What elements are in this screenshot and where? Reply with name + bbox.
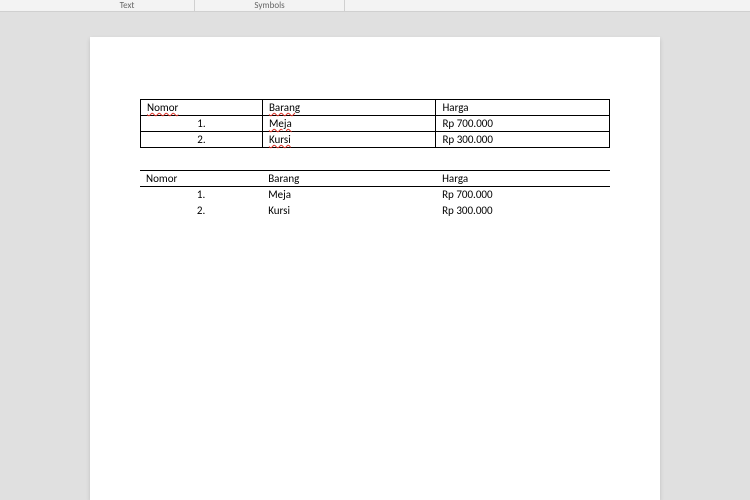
cell-harga[interactable]: Rp 300.000	[436, 203, 610, 219]
cell-barang[interactable]: Kursi	[262, 203, 436, 219]
cell-harga[interactable]: Rp 300.000	[436, 132, 610, 148]
bordered-table[interactable]: Nomor Barang Harga 1. Meja Rp 700.000 2.…	[140, 99, 610, 148]
ribbon-group-label: Text	[120, 0, 135, 11]
cell-text: Harga	[442, 172, 468, 185]
cell-text: Kursi	[268, 204, 290, 217]
cell-text: 1.	[197, 117, 205, 130]
table-row[interactable]: 2. Kursi Rp 300.000	[141, 132, 610, 148]
header-harga[interactable]: Harga	[436, 100, 610, 116]
ribbon-bar: Text Symbols	[0, 0, 750, 12]
cell-harga[interactable]: Rp 700.000	[436, 116, 610, 132]
table-row[interactable]: Nomor Barang Harga	[141, 100, 610, 116]
ribbon-group-label: Symbols	[254, 0, 284, 11]
cell-text: 2.	[197, 204, 205, 217]
cell-harga[interactable]: Rp 700.000	[436, 187, 610, 203]
workspace: Nomor Barang Harga 1. Meja Rp 700.000 2.…	[0, 12, 750, 500]
header-nomor[interactable]: Nomor	[141, 100, 263, 116]
table-row[interactable]: 2. Kursi Rp 300.000	[140, 203, 610, 219]
table-row[interactable]: 1. Meja Rp 700.000	[140, 187, 610, 203]
cell-text: Nomor	[146, 172, 177, 185]
cell-text: Rp 300.000	[442, 204, 492, 217]
cell-barang[interactable]: Meja	[262, 116, 436, 132]
open-table[interactable]: Nomor Barang Harga 1. Meja Rp 700.000 2.…	[140, 170, 610, 219]
header-harga[interactable]: Harga	[436, 171, 610, 187]
header-barang[interactable]: Barang	[262, 100, 436, 116]
table-row[interactable]: 1. Meja Rp 700.000	[141, 116, 610, 132]
cell-text: Meja	[268, 188, 291, 201]
cell-nomor[interactable]: 1.	[140, 187, 262, 203]
table-row[interactable]: Nomor Barang Harga	[140, 171, 610, 187]
cell-text: Nomor	[147, 101, 178, 114]
cell-barang[interactable]: Kursi	[262, 132, 436, 148]
cell-text: Rp 700.000	[442, 117, 492, 130]
cell-text: 1.	[197, 188, 205, 201]
cell-nomor[interactable]: 2.	[141, 132, 263, 148]
header-barang[interactable]: Barang	[262, 171, 436, 187]
cell-barang[interactable]: Meja	[262, 187, 436, 203]
cell-nomor[interactable]: 2.	[140, 203, 262, 219]
ribbon-group-symbols[interactable]: Symbols	[195, 0, 345, 11]
document-page[interactable]: Nomor Barang Harga 1. Meja Rp 700.000 2.…	[90, 37, 660, 500]
cell-text: Kursi	[269, 133, 291, 146]
cell-text: Rp 700.000	[442, 188, 492, 201]
cell-text: Meja	[269, 117, 292, 130]
cell-text: Harga	[442, 101, 468, 114]
header-nomor[interactable]: Nomor	[140, 171, 262, 187]
cell-text: Barang	[268, 172, 299, 185]
ribbon-group-text[interactable]: Text	[0, 0, 195, 11]
cell-text: 2.	[197, 133, 205, 146]
cell-text: Rp 300.000	[442, 133, 492, 146]
cell-nomor[interactable]: 1.	[141, 116, 263, 132]
cell-text: Barang	[269, 101, 300, 114]
